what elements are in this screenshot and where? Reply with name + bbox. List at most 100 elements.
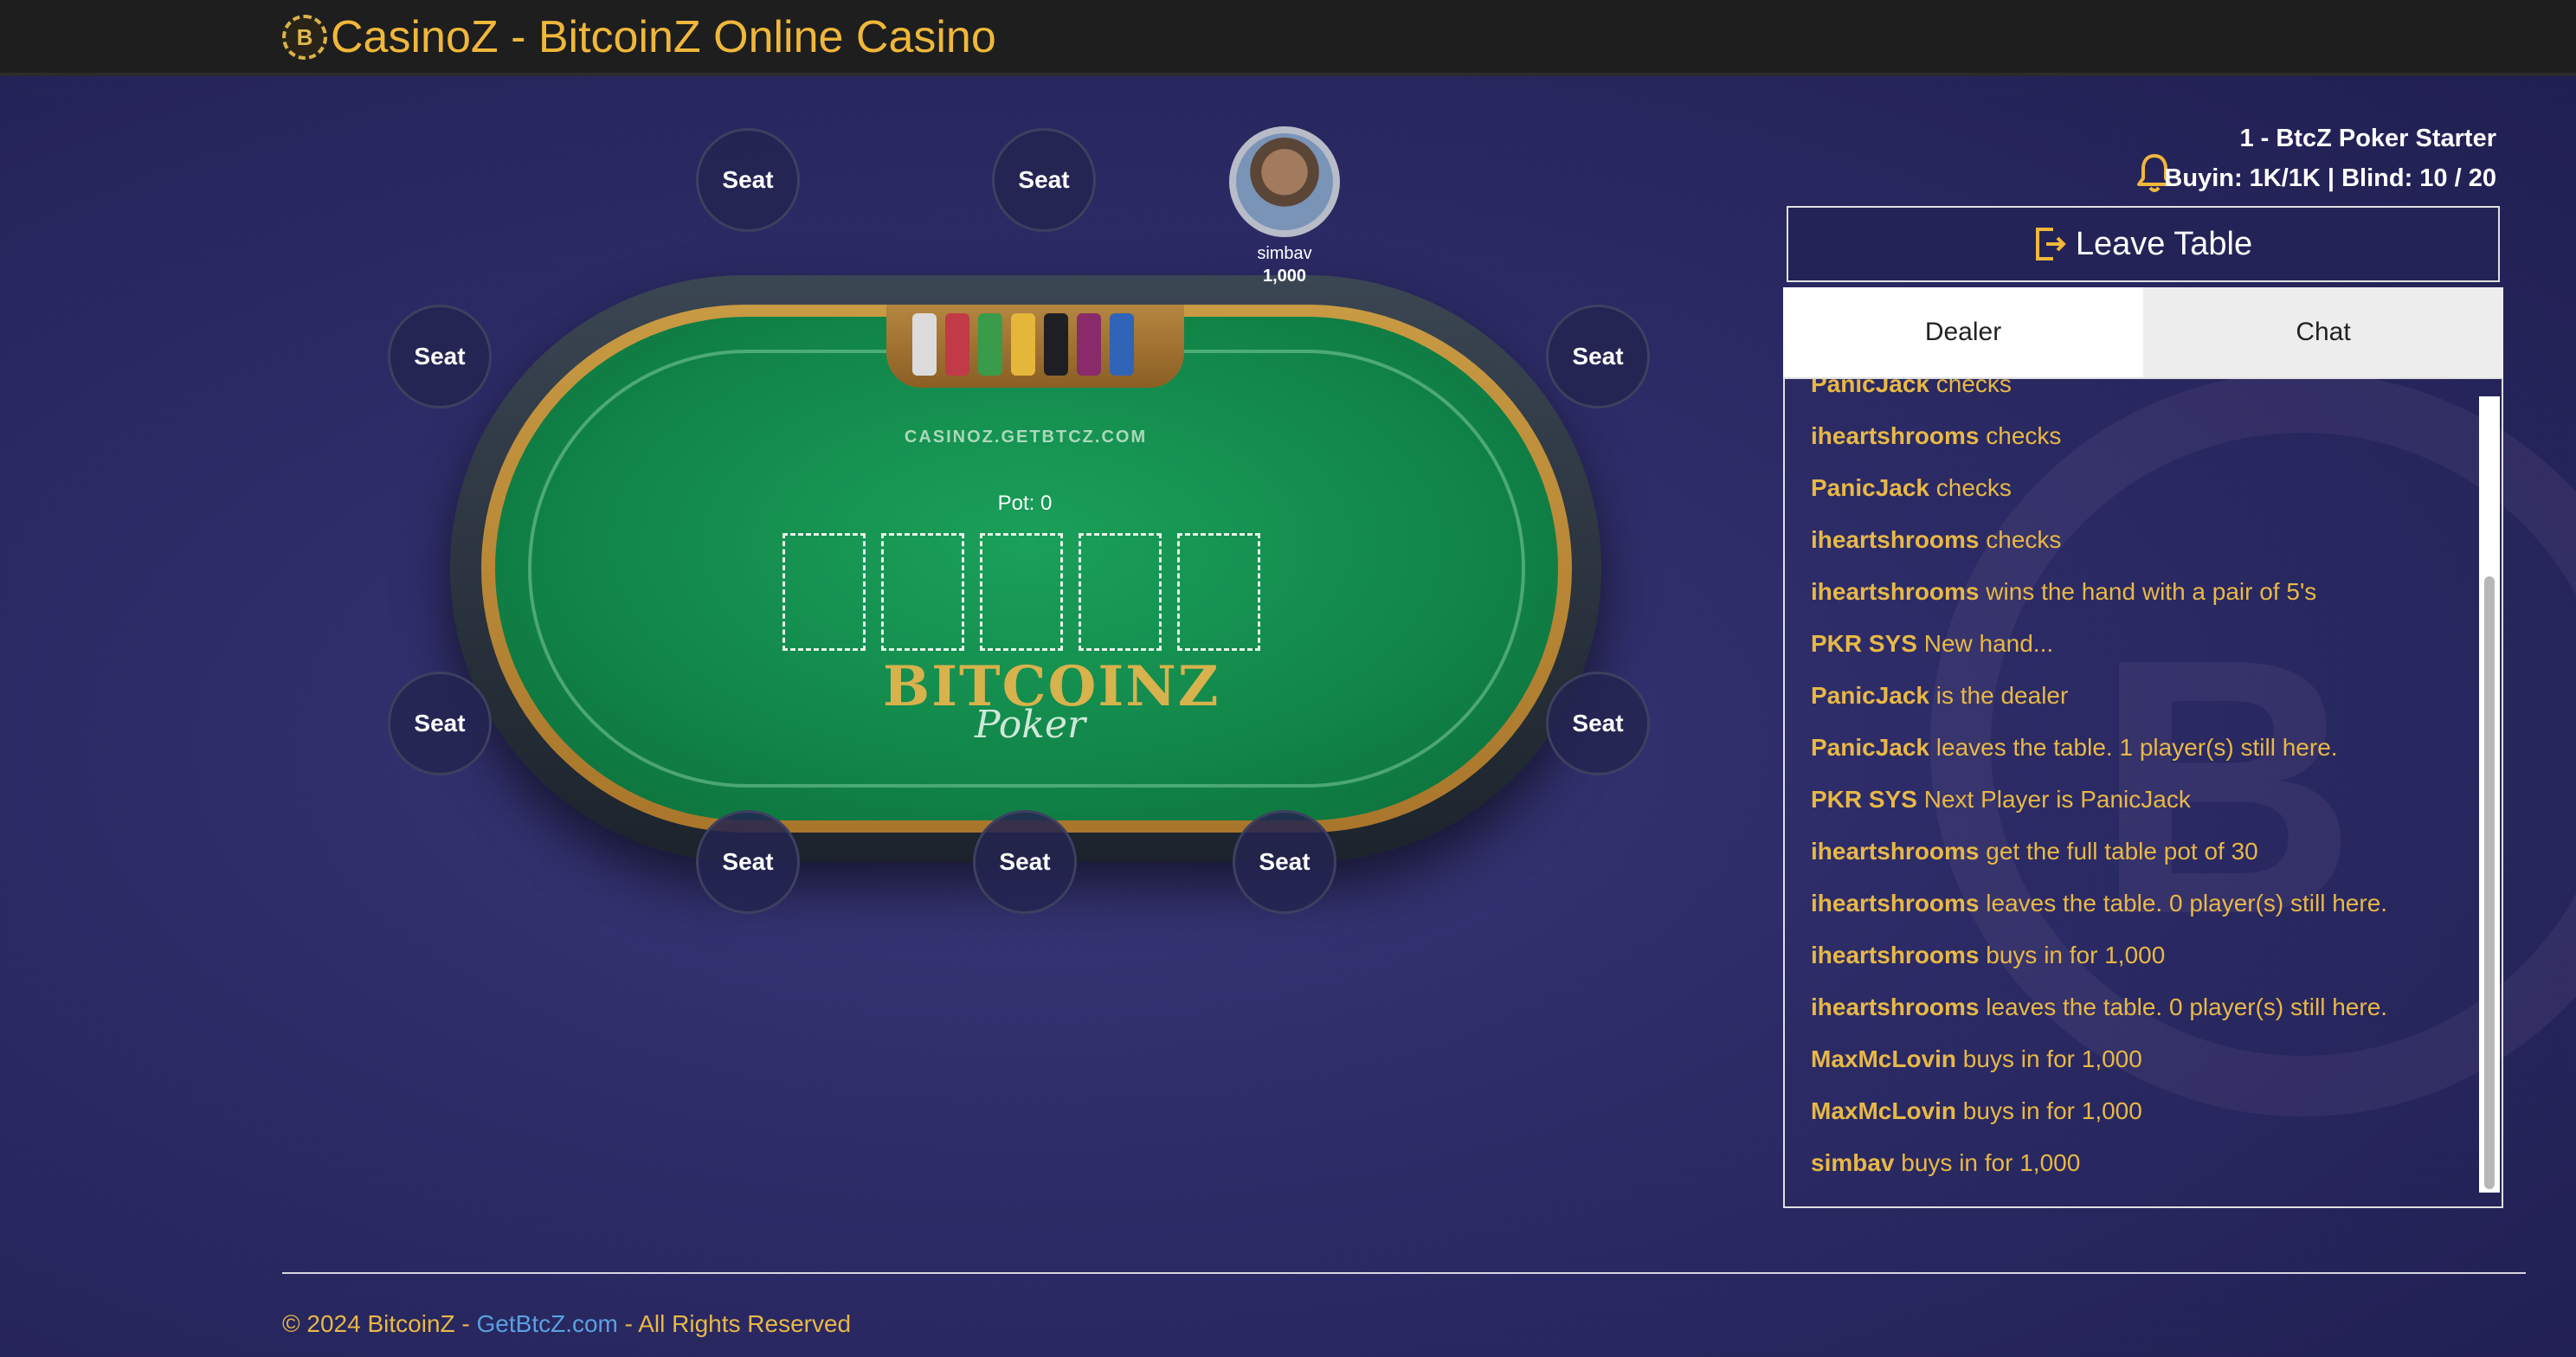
card-slot-3 xyxy=(980,533,1063,651)
log-entry: PanicJack is the dealer xyxy=(1811,682,2068,710)
dealer-log[interactable]: PanicJack checks iheartshrooms checks Pa… xyxy=(1783,377,2503,1208)
chip-stack-blue xyxy=(1110,313,1134,376)
exit-icon xyxy=(2035,228,2066,260)
tab-dealer[interactable]: Dealer xyxy=(1783,287,2143,377)
log-text: buys in for 1,000 xyxy=(1894,1149,2081,1176)
player-stack: 1,000 xyxy=(1262,267,1307,286)
log-text: get the full table pot of 30 xyxy=(1979,838,2258,865)
log-entry: PanicJack leaves the table. 1 player(s) … xyxy=(1811,734,2338,762)
player-avatar[interactable] xyxy=(1229,126,1340,237)
seat-button-2[interactable]: Seat xyxy=(992,128,1096,232)
card-slot-5 xyxy=(1177,533,1260,651)
log-entry: iheartshrooms buys in for 1,000 xyxy=(1811,942,2165,969)
chip-stack-black xyxy=(1044,313,1068,376)
log-entry: PKR SYS New hand... xyxy=(1811,630,2053,658)
seat-button-3[interactable]: Seat xyxy=(388,305,492,408)
log-entry: iheartshrooms wins the hand with a pair … xyxy=(1811,578,2316,606)
table-name: 1 - BtcZ Poker Starter xyxy=(2239,125,2496,152)
log-text: Next Player is PanicJack xyxy=(1916,786,2191,813)
log-who: iheartshrooms xyxy=(1811,994,1980,1020)
log-who: iheartshrooms xyxy=(1811,890,1980,916)
seat-button-9[interactable]: Seat xyxy=(1233,810,1336,914)
seat-label: Seat xyxy=(414,343,466,370)
bitcoinz-logo-icon: B xyxy=(282,15,327,60)
log-who: MaxMcLovin xyxy=(1811,1045,1957,1072)
log-text: leaves the table. 0 player(s) still here… xyxy=(1979,890,2388,916)
seat-button-4[interactable]: Seat xyxy=(1546,305,1650,408)
felt-url-text: CASINOZ.GETBTCZ.COM xyxy=(904,428,1148,447)
log-text: leaves the table. 1 player(s) still here… xyxy=(1929,734,2338,761)
log-entry: simbav buys in for 1,000 xyxy=(1811,1149,2080,1177)
chip-stack-red xyxy=(945,313,969,376)
log-entry: PanicJack checks xyxy=(1811,474,2012,502)
seat-label: Seat xyxy=(1018,166,1070,193)
seat-button-5[interactable]: Seat xyxy=(388,672,492,775)
log-entry: MaxMcLovin buys in for 1,000 xyxy=(1811,1097,2142,1125)
log-entry: PKR SYS Next Player is PanicJack xyxy=(1811,786,2191,814)
log-who: iheartshrooms xyxy=(1811,526,1980,553)
log-who: PanicJack xyxy=(1811,474,1929,501)
footer: © 2024 BitcoinZ - GetBtcZ.com - All Righ… xyxy=(282,1310,851,1338)
panel-tabs: Dealer Chat xyxy=(1783,287,2503,377)
log-who: iheartshrooms xyxy=(1811,422,1980,449)
log-who: PanicJack xyxy=(1811,734,1929,761)
seat-button-8[interactable]: Seat xyxy=(973,810,1077,914)
pot-label: Pot: 0 xyxy=(997,492,1053,515)
leave-table-button[interactable]: Leave Table xyxy=(1787,206,2500,282)
log-text: buys in for 1,000 xyxy=(1956,1097,2142,1124)
card-slot-2 xyxy=(881,533,964,651)
log-scrollbar[interactable] xyxy=(2479,396,2500,1193)
log-text: is the dealer xyxy=(1929,682,2069,709)
log-scroll-thumb[interactable] xyxy=(2484,576,2495,1189)
log-text: checks xyxy=(1929,377,2012,397)
felt-logo-sub: Poker xyxy=(974,703,1086,747)
chip-stack-yellow xyxy=(1011,313,1035,376)
seat-label: Seat xyxy=(1572,710,1624,736)
footer-suffix: - All Rights Reserved xyxy=(617,1310,852,1337)
buyin-blind-info: Buyin: 1K/1K | Blind: 10 / 20 xyxy=(2164,164,2496,192)
seat-button-1[interactable]: Seat xyxy=(696,128,800,232)
log-text: checks xyxy=(1979,526,2062,553)
brand[interactable]: B CasinoZ - BitcoinZ Online Casino xyxy=(282,9,996,66)
log-text: wins the hand with a pair of 5's xyxy=(1979,578,2317,605)
leave-table-label: Leave Table xyxy=(2075,225,2253,262)
player-name: simbav xyxy=(1257,244,1312,263)
log-text: checks xyxy=(1929,474,2012,501)
seat-label: Seat xyxy=(414,710,466,736)
chip-stack-white xyxy=(912,313,937,376)
log-entry: PanicJack checks xyxy=(1811,377,2012,398)
card-slot-4 xyxy=(1079,533,1162,651)
log-who: iheartshrooms xyxy=(1811,578,1980,605)
log-who: iheartshrooms xyxy=(1811,838,1980,865)
top-bar: B CasinoZ - BitcoinZ Online Casino xyxy=(0,0,2576,76)
footer-prefix: © 2024 BitcoinZ - xyxy=(282,1310,477,1337)
log-text: buys in for 1,000 xyxy=(1956,1045,2142,1072)
log-who: PKR SYS xyxy=(1811,630,1917,657)
log-entry: iheartshrooms checks xyxy=(1811,422,2061,450)
log-entry: iheartshrooms checks xyxy=(1811,526,2061,554)
log-entry: iheartshrooms leaves the table. 0 player… xyxy=(1811,890,2387,917)
seat-label: Seat xyxy=(722,166,774,193)
log-text: leaves the table. 0 player(s) still here… xyxy=(1979,994,2388,1020)
log-who: iheartshrooms xyxy=(1811,942,1980,968)
seat-label: Seat xyxy=(722,848,774,875)
seat-label: Seat xyxy=(1259,848,1311,875)
log-who: MaxMcLovin xyxy=(1811,1097,1957,1124)
log-who: PanicJack xyxy=(1811,682,1929,709)
log-who: PanicJack xyxy=(1811,377,1929,397)
log-text: checks xyxy=(1979,422,2062,449)
log-text: buys in for 1,000 xyxy=(1979,942,2166,968)
card-slot-1 xyxy=(782,533,866,651)
tab-chat[interactable]: Chat xyxy=(2143,287,2503,377)
chip-stack-green xyxy=(978,313,1002,376)
seat-label: Seat xyxy=(999,848,1051,875)
log-entry: iheartshrooms get the full table pot of … xyxy=(1811,838,2258,865)
seat-button-7[interactable]: Seat xyxy=(696,810,800,914)
seat-button-6[interactable]: Seat xyxy=(1546,672,1650,775)
log-entry: MaxMcLovin buys in for 1,000 xyxy=(1811,1045,2142,1073)
site-title: CasinoZ - BitcoinZ Online Casino xyxy=(331,12,996,62)
log-who: simbav xyxy=(1811,1149,1895,1176)
log-text: New hand... xyxy=(1916,630,2054,657)
footer-link[interactable]: GetBtcZ.com xyxy=(477,1310,618,1337)
footer-divider xyxy=(282,1272,2526,1274)
